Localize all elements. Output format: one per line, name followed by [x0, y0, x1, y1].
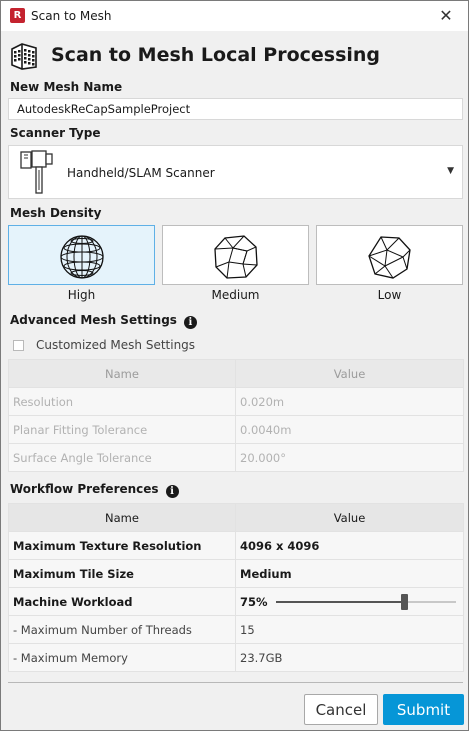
row-name: - Maximum Number of Threads [8, 615, 236, 644]
customized-settings-checkbox[interactable] [13, 339, 24, 351]
row-name: - Maximum Memory [8, 643, 236, 672]
scan-to-mesh-dialog: R Scan to Mesh ✕ Scan to Mesh Local Proc… [0, 0, 469, 731]
table-row: Resolution 0.020m [8, 387, 464, 416]
machine-workload-cell: 75% [235, 587, 464, 616]
column-header-value: Value [235, 359, 464, 388]
customized-settings-label: Customized Mesh Settings [36, 338, 196, 352]
mesh-density-label: Mesh Density [10, 206, 102, 220]
texture-resolution-value[interactable]: 4096 x 4096 [235, 531, 464, 560]
medium-density-polyhedron-icon [213, 235, 258, 279]
page-title: Scan to Mesh Local Processing [51, 44, 381, 66]
dialog-header: Scan to Mesh Local Processing [9, 39, 380, 71]
row-value: 23.7GB [235, 643, 464, 672]
density-option-medium[interactable] [162, 225, 309, 285]
handheld-scanner-icon [20, 150, 53, 194]
column-header-value: Value [235, 503, 464, 532]
table-row: Maximum Tile Size Medium [8, 559, 464, 588]
row-name: Surface Angle Tolerance [8, 443, 236, 472]
machine-workload-slider[interactable] [276, 594, 456, 610]
row-name: Machine Workload [8, 587, 236, 616]
advanced-settings-table: Name Value Resolution 0.020m Planar Fitt… [8, 359, 464, 472]
row-name: Planar Fitting Tolerance [8, 415, 236, 444]
app-icon: R [10, 8, 25, 23]
row-name: Maximum Texture Resolution [8, 531, 236, 560]
scanner-type-label: Scanner Type [10, 126, 101, 140]
row-name: Resolution [8, 387, 236, 416]
row-name: Maximum Tile Size [8, 559, 236, 588]
cancel-button[interactable]: Cancel [304, 694, 378, 725]
table-row: Surface Angle Tolerance 20.000° [8, 443, 464, 472]
tile-size-value[interactable]: Medium [235, 559, 464, 588]
table-row: - Maximum Number of Threads 15 [8, 615, 464, 644]
slider-fill [276, 601, 404, 603]
table-header-row: Name Value [8, 503, 464, 532]
title-bar: R Scan to Mesh ✕ [1, 1, 468, 31]
slider-handle[interactable] [401, 594, 408, 610]
workflow-preferences-label: Workflow Preferences i [10, 482, 179, 498]
low-density-polyhedron-icon [367, 236, 411, 279]
scanner-type-dropdown[interactable]: Handheld/SLAM Scanner ▼ [8, 145, 463, 199]
density-label-high: High [67, 288, 96, 302]
row-value: 0.020m [235, 387, 464, 416]
row-value: 0.0040m [235, 415, 464, 444]
advanced-settings-title: Advanced Mesh Settings [10, 313, 177, 327]
table-header-row: Name Value [8, 359, 464, 388]
advanced-settings-label: Advanced Mesh Settings i [10, 313, 197, 329]
scanner-type-value: Handheld/SLAM Scanner [67, 166, 215, 180]
submit-button[interactable]: Submit [383, 694, 464, 725]
table-row: Maximum Texture Resolution 4096 x 4096 [8, 531, 464, 560]
column-header-name: Name [8, 359, 236, 388]
workflow-preferences-title: Workflow Preferences [10, 482, 159, 496]
column-header-name: Name [8, 503, 236, 532]
row-value: 15 [235, 615, 464, 644]
density-label-low: Low [377, 288, 402, 302]
density-label-medium: Medium [211, 288, 260, 302]
mesh-name-label: New Mesh Name [10, 80, 123, 94]
close-icon[interactable]: ✕ [436, 6, 456, 25]
machine-workload-value: 75% [240, 594, 268, 609]
high-density-sphere-icon [59, 235, 104, 279]
info-icon[interactable]: i [183, 316, 197, 329]
window-title: Scan to Mesh [31, 9, 112, 23]
density-option-high[interactable] [8, 225, 155, 285]
table-row: Planar Fitting Tolerance 0.0040m [8, 415, 464, 444]
footer-divider [8, 682, 463, 683]
workflow-preferences-table: Name Value Maximum Texture Resolution 40… [8, 503, 464, 672]
table-row: Machine Workload 75% [8, 587, 464, 616]
row-value: 20.000° [235, 443, 464, 472]
building-grid-icon [11, 43, 37, 70]
table-row: - Maximum Memory 23.7GB [8, 643, 464, 672]
chevron-down-icon: ▼ [447, 166, 454, 176]
density-option-low[interactable] [316, 225, 463, 285]
customized-settings-row[interactable]: Customized Mesh Settings [13, 338, 195, 352]
mesh-name-input[interactable]: AutodeskReCapSampleProject [8, 98, 463, 120]
info-icon[interactable]: i [165, 485, 179, 498]
